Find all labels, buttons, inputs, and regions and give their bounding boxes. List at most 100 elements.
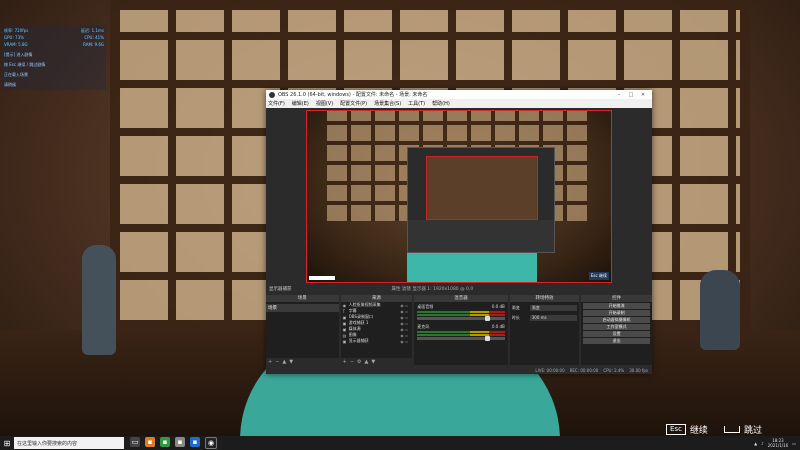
mixer-dock: 混音器 桌面音频 0.0 dB 麦克风 0.0 dB xyxy=(414,295,508,365)
add-icon[interactable]: + xyxy=(268,359,272,365)
menu-scene-collection[interactable]: 场景集合(S) xyxy=(374,100,401,107)
windows-start-icon[interactable]: ⊞ xyxy=(0,436,14,450)
dock-area: 场景 场景 + − ▲ ▼ 来源 ◉ 人脸抠像视频采集 ◉ ▫ T 字幕 ◉ ▫ ▣ OBS录制窗口… xyxy=(266,295,652,365)
menu-view[interactable]: 视图(V) xyxy=(316,100,333,107)
menu-profile[interactable]: 配置文件(P) xyxy=(340,100,367,107)
scenes-toolbar: + − ▲ ▼ xyxy=(266,358,339,365)
notification-icon[interactable]: ▭ xyxy=(792,441,796,446)
obs-logo-icon xyxy=(269,91,275,98)
settings-button[interactable]: 设置 xyxy=(583,331,650,337)
status-bar: LIVE: 00:00:00 REC: 00:00:00 CPU: 2.4% 3… xyxy=(266,367,652,374)
source-item[interactable]: ▣ 显示器捕获 ◉ ▫ xyxy=(341,338,413,344)
transition-duration-row[interactable]: 时长 300 ms xyxy=(510,314,580,322)
sources-toolbar: + − ⚙ ▲ ▼ xyxy=(340,358,413,365)
lock-icon[interactable]: ▫ xyxy=(405,315,410,320)
stat-row: GPU: 73% CPU: 41% xyxy=(4,35,104,40)
window-title: OBS 26.1.0 (64-bit, windows) - 配置文件: 未命名… xyxy=(278,92,428,98)
lock-icon[interactable]: ▫ xyxy=(405,321,410,326)
down-icon[interactable]: ▼ xyxy=(289,359,293,365)
volume-meter xyxy=(417,334,505,336)
app-gray-icon[interactable]: ▪ xyxy=(175,437,185,447)
menu-edit[interactable]: 编辑(E) xyxy=(292,100,309,107)
nested-obs-capture xyxy=(407,147,555,253)
volume-meter xyxy=(417,331,505,333)
volume-slider[interactable] xyxy=(417,336,505,341)
lock-icon[interactable]: ▫ xyxy=(405,327,410,332)
source-type-icon: ◉ xyxy=(342,302,347,308)
dock-header: 控件 xyxy=(581,295,652,302)
minimize-button[interactable]: – xyxy=(613,92,625,98)
transition-type-row[interactable]: 渐变 渐变 xyxy=(510,304,580,312)
continue-hint[interactable]: Esc 继续 xyxy=(666,422,708,436)
lock-icon[interactable]: ▫ xyxy=(405,309,410,314)
space-key-icon xyxy=(724,425,740,433)
add-icon[interactable]: + xyxy=(343,359,347,365)
slider-knob[interactable] xyxy=(485,316,491,321)
virtual-camera-button[interactable]: 启动虚拟摄像机 xyxy=(583,317,650,323)
source-toolbar: 显示器捕获 属性 滤镜 显示器 1: 1920x1080 @ 0,0 xyxy=(266,285,652,293)
start-recording-button[interactable]: 开始录制 xyxy=(583,310,650,316)
slider-knob[interactable] xyxy=(485,336,491,341)
maximize-button[interactable]: □ xyxy=(625,92,637,98)
taskbar: ⊞ 在这里输入你要搜索的内容 ▭ ▪ ▪ ▪ ▪ ◉ ▲ ♪ 18:23 202… xyxy=(0,436,800,450)
obs-titlebar[interactable]: OBS 26.1.0 (64-bit, windows) - 配置文件: 未命名… xyxy=(266,90,652,99)
network-icon[interactable]: ▲ xyxy=(754,441,757,446)
skip-hint[interactable]: 跳过 xyxy=(724,422,762,436)
close-button[interactable]: ✕ xyxy=(637,92,649,98)
lock-icon[interactable]: ▫ xyxy=(405,339,410,344)
up-icon[interactable]: ▲ xyxy=(282,359,286,365)
vase-left xyxy=(82,245,116,355)
exit-button[interactable]: 退出 xyxy=(583,338,650,344)
volume-icon[interactable]: ♪ xyxy=(761,441,764,446)
remove-icon[interactable]: − xyxy=(275,359,279,365)
preview-canvas[interactable]: Esc 继续 xyxy=(306,110,612,283)
volume-meter xyxy=(417,314,505,316)
system-tray: ▲ ♪ 18:23 2021/1/16 ▭ xyxy=(754,438,800,448)
source-type-icon: T xyxy=(342,308,346,314)
up-icon[interactable]: ▲ xyxy=(365,359,369,365)
dock-header: 转场特效 xyxy=(509,295,580,302)
dock-header: 来源 xyxy=(340,295,413,302)
task-view-icon[interactable]: ▭ xyxy=(130,437,140,447)
volume-meter xyxy=(417,311,505,313)
stat-row: 帧率: 720fps 延迟: 1.1ms xyxy=(4,28,104,33)
menu-file[interactable]: 文件(F) xyxy=(268,100,285,107)
source-toolbar-info[interactable]: 属性 滤镜 显示器 1: 1920x1080 @ 0,0 xyxy=(392,286,474,292)
volume-slider[interactable] xyxy=(417,316,505,321)
app-orange-icon[interactable]: ▪ xyxy=(145,437,155,447)
source-type-icon: ▣ xyxy=(342,320,347,326)
remove-icon[interactable]: − xyxy=(350,359,354,365)
dock-header: 场景 xyxy=(266,295,339,302)
nested-docks xyxy=(408,220,554,252)
transitions-dock: 转场特效 渐变 渐变 时长 300 ms xyxy=(509,295,580,365)
app-blue-icon[interactable]: ▪ xyxy=(190,437,200,447)
source-type-icon: ▣ xyxy=(342,314,347,320)
dock-header: 混音器 xyxy=(414,295,508,302)
sources-dock: 来源 ◉ 人脸抠像视频采集 ◉ ▫ T 字幕 ◉ ▫ ▣ OBS录制窗口 ◉ ▫ ▣ 游戏捕获 1 ◉… xyxy=(340,295,413,365)
obs-taskbar-icon[interactable]: ◉ xyxy=(205,437,217,449)
preview-badge: Esc 继续 xyxy=(588,272,609,280)
taskbar-search-box[interactable]: 在这里输入你要搜索的内容 xyxy=(14,437,124,449)
rec-status: REC: 00:00:00 xyxy=(569,368,599,373)
clock[interactable]: 18:23 2021/1/16 xyxy=(768,438,789,448)
gear-icon[interactable]: ⚙ xyxy=(357,359,361,365)
start-streaming-button[interactable]: 开始推流 xyxy=(583,303,650,309)
down-icon[interactable]: ▼ xyxy=(371,359,375,365)
overlay-message: 按 Esc 继续 / 跳过剧情 xyxy=(4,62,46,67)
menu-tools[interactable]: 工具(T) xyxy=(408,100,425,107)
source-type-icon: ▣ xyxy=(342,326,347,332)
obs-window[interactable]: OBS 26.1.0 (64-bit, windows) - 配置文件: 未命名… xyxy=(266,90,652,374)
fps-status: 30.00 fps xyxy=(629,368,648,373)
lock-icon[interactable]: ▫ xyxy=(405,333,410,338)
transition-select[interactable]: 渐变 xyxy=(529,305,578,311)
mixer-channel: 桌面音频 0.0 dB xyxy=(414,302,508,322)
menu-help[interactable]: 帮助(H) xyxy=(432,100,450,107)
duration-input[interactable]: 300 ms xyxy=(529,315,578,321)
overlay-message: [提示] 进入剧情 xyxy=(4,52,33,57)
lock-icon[interactable]: ▫ xyxy=(405,303,410,308)
esc-key: Esc xyxy=(666,423,686,435)
scene-item[interactable]: 场景 xyxy=(266,304,339,312)
app-green-icon[interactable]: ▪ xyxy=(160,437,170,447)
overlay-message: 正在载入场景 xyxy=(4,72,28,77)
studio-mode-button[interactable]: 工作室模式 xyxy=(583,324,650,330)
